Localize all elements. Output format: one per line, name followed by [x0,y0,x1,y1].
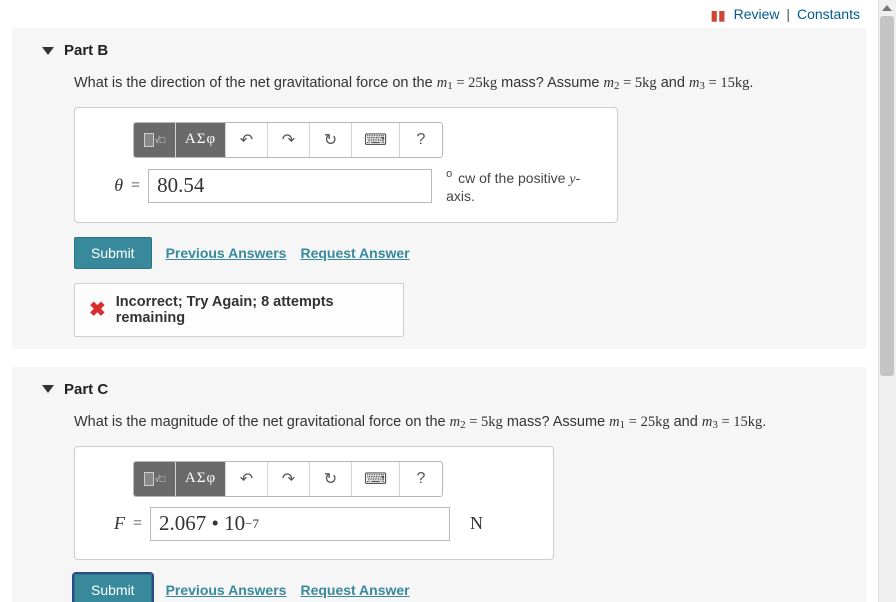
part-b-feedback: ✖ Incorrect; Try Again; 8 attempts remai… [74,283,404,337]
part-c-title: Part C [64,381,108,398]
undo-button[interactable]: ↶ [226,462,268,496]
part-c-answer-card: √□ ΑΣφ ↶ ↷ ↻ ⌨ ? F = 2.067 • 10−7 N [74,446,554,560]
part-b-header[interactable]: Part B [12,28,866,69]
previous-answers-link[interactable]: Previous Answers [166,582,287,598]
templates-button[interactable]: √□ [134,123,176,157]
collapse-icon [42,47,54,55]
theta-input[interactable] [148,169,432,203]
f-label: F [93,513,125,534]
content-scroll[interactable]: ▮▮ Review | Constants Part B What is the… [0,0,878,602]
theta-unit: o cw of the positive y-axis. [446,168,599,204]
part-c-actions: Submit Previous Answers Request Answer [74,574,866,602]
book-icon: ▮▮ [710,7,725,24]
part-c-toolbar: √□ ΑΣφ ↶ ↷ ↻ ⌨ ? [133,461,443,497]
part-c-header[interactable]: Part C [12,367,866,408]
redo-button[interactable]: ↷ [268,123,310,157]
top-links: ▮▮ Review | Constants [0,0,878,28]
part-b-toolbar: √□ ΑΣφ ↶ ↷ ↻ ⌨ ? [133,122,443,158]
constants-link[interactable]: Constants [797,6,860,22]
help-button[interactable]: ? [400,462,442,496]
help-button[interactable]: ? [400,123,442,157]
scrollbar-thumb[interactable] [880,16,894,376]
part-b-actions: Submit Previous Answers Request Answer [74,237,866,269]
part-c-prompt: What is the magnitude of the net gravita… [12,408,866,446]
greek-button[interactable]: ΑΣφ [176,462,226,496]
separator: | [786,6,790,22]
greek-button[interactable]: ΑΣφ [176,123,226,157]
feedback-text: Incorrect; Try Again; 8 attempts remaini… [116,294,389,326]
part-b-answer-row: θ = o cw of the positive y-axis. [93,168,599,204]
templates-button[interactable]: √□ [134,462,176,496]
part-b-answer-card: √□ ΑΣφ ↶ ↷ ↻ ⌨ ? θ = o cw of the positiv… [74,107,618,223]
equals-sign: = [131,177,140,195]
submit-button[interactable]: Submit [74,237,152,269]
incorrect-icon: ✖ [89,297,106,322]
request-answer-link[interactable]: Request Answer [300,245,409,261]
part-b-prompt: What is the direction of the net gravita… [12,69,866,107]
f-input[interactable]: 2.067 • 10−7 [150,507,450,541]
part-b-title: Part B [64,42,108,59]
request-answer-link[interactable]: Request Answer [300,582,409,598]
scrollbar-track[interactable] [878,0,896,602]
previous-answers-link[interactable]: Previous Answers [166,245,287,261]
scroll-up-arrow[interactable] [878,0,896,16]
collapse-icon [42,385,54,393]
undo-button[interactable]: ↶ [226,123,268,157]
reset-button[interactable]: ↻ [310,462,352,496]
redo-button[interactable]: ↷ [268,462,310,496]
equals-sign: = [133,515,142,533]
submit-button[interactable]: Submit [74,574,152,602]
part-b-block: Part B What is the direction of the net … [12,28,866,349]
part-c-block: Part C What is the magnitude of the net … [12,367,866,602]
keyboard-button[interactable]: ⌨ [352,462,400,496]
f-unit: N [470,513,483,534]
reset-button[interactable]: ↻ [310,123,352,157]
review-link[interactable]: Review [734,6,780,22]
theta-label: θ [93,175,123,196]
part-c-answer-row: F = 2.067 • 10−7 N [93,507,535,541]
keyboard-button[interactable]: ⌨ [352,123,400,157]
